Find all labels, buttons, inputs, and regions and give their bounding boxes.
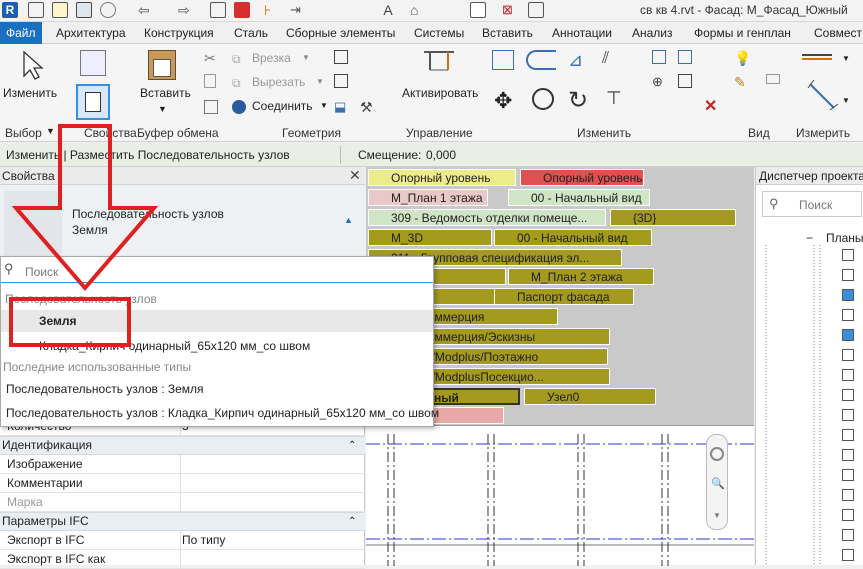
annotation-arrow — [9, 124, 159, 347]
